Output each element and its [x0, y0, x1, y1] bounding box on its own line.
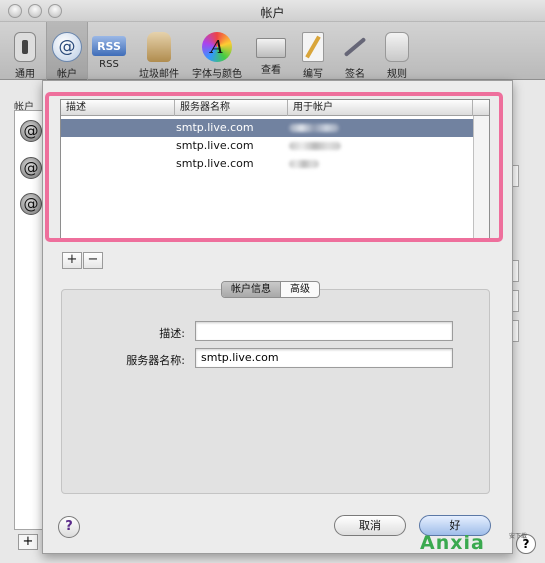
- add-account-button[interactable]: +: [18, 534, 38, 550]
- pencil-icon: [302, 32, 324, 62]
- toolbar-item-composing[interactable]: 编写: [292, 26, 334, 80]
- switch-icon: [14, 32, 36, 62]
- toolbar-item-signatures[interactable]: 签名: [334, 26, 376, 80]
- at-icon: @: [52, 32, 82, 62]
- toolbar-label-signatures: 签名: [345, 69, 365, 80]
- window-title: 帐户: [260, 6, 285, 20]
- toolbar-item-rss[interactable]: RSS RSS: [88, 26, 130, 78]
- server-details-group: [61, 289, 490, 494]
- table-highlight-frame: [45, 92, 503, 242]
- toolbar-item-fonts[interactable]: A 字体与颜色: [188, 26, 246, 80]
- title-bar: 帐户: [0, 0, 545, 22]
- toolbar: 通用 @ 帐户 RSS RSS 垃圾邮件 A 字体与颜色 查看 编写 签名 规则: [0, 22, 545, 80]
- cancel-button[interactable]: 取消: [334, 515, 406, 536]
- toolbar-label-fonts: 字体与颜色: [192, 69, 242, 80]
- add-server-button[interactable]: +: [62, 252, 82, 269]
- rules-icon: [385, 32, 409, 62]
- account-at-icon[interactable]: @: [20, 193, 42, 215]
- toolbar-label-accounts: 帐户: [57, 69, 77, 80]
- junk-bag-icon: [147, 32, 171, 62]
- signature-icon: [340, 32, 370, 62]
- toolbar-item-general[interactable]: 通用: [4, 26, 46, 80]
- watermark-logo: Anxia: [420, 532, 485, 554]
- toolbar-label-general: 通用: [15, 69, 35, 80]
- toolbar-label-composing: 编写: [303, 69, 323, 80]
- tab-account-info[interactable]: 帐户信息: [222, 282, 281, 297]
- toolbar-label-rules: 规则: [387, 69, 407, 80]
- rss-icon: RSS: [92, 36, 126, 56]
- server-name-field[interactable]: smtp.live.com: [195, 348, 453, 368]
- watermark-subtext: 安下载: [509, 533, 528, 540]
- font-icon: A: [202, 32, 232, 62]
- toolbar-item-viewing[interactable]: 查看: [250, 26, 292, 78]
- remove-server-button[interactable]: −: [83, 252, 103, 269]
- description-field[interactable]: [195, 321, 453, 341]
- details-tab-control: 帐户信息 高级: [221, 281, 320, 298]
- description-label: 描述:: [159, 327, 185, 340]
- toolbar-label-rss: RSS: [99, 59, 119, 70]
- server-name-label: 服务器名称:: [126, 354, 185, 367]
- toolbar-item-rules[interactable]: 规则: [376, 26, 418, 80]
- toolbar-label-junk: 垃圾邮件: [139, 69, 179, 80]
- toolbar-item-junk[interactable]: 垃圾邮件: [134, 26, 184, 80]
- toolbar-label-viewing: 查看: [261, 65, 281, 76]
- envelope-icon: [256, 38, 286, 58]
- tab-advanced[interactable]: 高级: [281, 282, 319, 297]
- account-at-icon[interactable]: @: [20, 157, 42, 179]
- toolbar-item-accounts[interactable]: @ 帐户: [46, 22, 88, 80]
- account-at-icon[interactable]: @: [20, 120, 42, 142]
- help-button[interactable]: ?: [58, 516, 80, 538]
